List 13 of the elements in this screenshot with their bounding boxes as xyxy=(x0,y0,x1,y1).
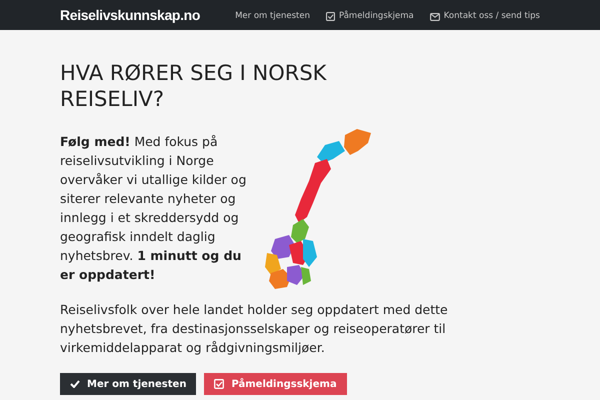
checkbox-icon xyxy=(326,12,335,21)
nav-link[interactable]: Kontakt oss / send tips xyxy=(430,10,540,23)
envelope-icon xyxy=(430,12,440,20)
intro-paragraph: Følg med! Med fokus på reiselivsutvikling i Norge overvåker vi utallige kilder og siterer relevante nyheter og innlegg i et skreddersydd og geografisk inndelt daglig nyhetsbrev. 1 minutt og du er oppdatert! xyxy=(60,133,248,284)
body-paragraph: Reiselivsfolk over hele landet holder seg oppdatert med dette nyhetsbrevet, fra destinasjonsselskaper og reiseoperatører til virkemiddelapparat og rådgivningsmiljøer. xyxy=(60,301,449,357)
action-button[interactable]: Påmeldingsskjema xyxy=(204,373,347,395)
brand-link[interactable]: Reiselivskunnskap.no xyxy=(60,4,200,26)
page-heading: HVA RØRER SEG I NORSK REISELIV? xyxy=(60,60,328,112)
nav-link[interactable]: Mer om tjenesten xyxy=(235,10,310,23)
check-icon xyxy=(70,380,80,388)
checkbox-icon xyxy=(214,379,224,389)
nav-link[interactable]: Påmeldingskjema xyxy=(326,10,414,23)
action-button[interactable]: Mer om tjenesten xyxy=(60,373,196,395)
